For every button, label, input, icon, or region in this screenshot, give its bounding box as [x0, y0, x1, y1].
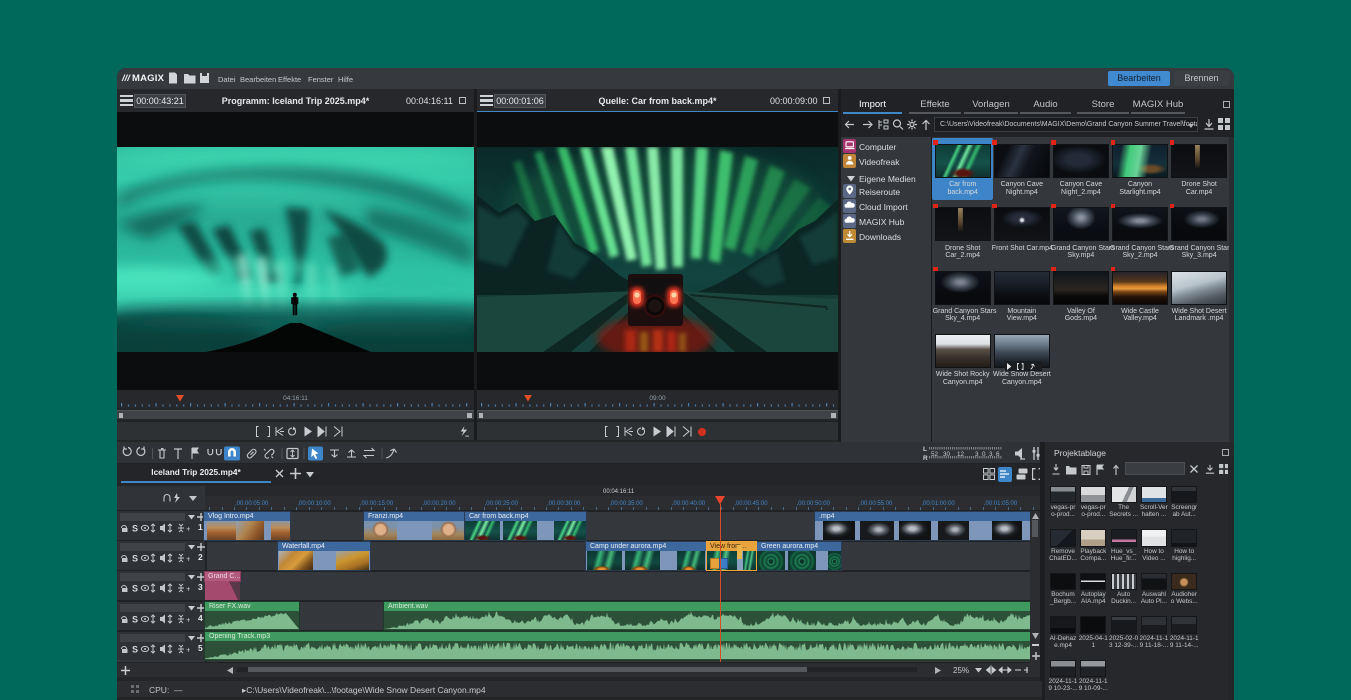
svg-text:+: + [186, 615, 190, 623]
svg-text:S: S [132, 554, 138, 563]
svg-text:S: S [132, 524, 138, 533]
svg-text:S: S [132, 614, 138, 623]
svg-text:+: + [186, 555, 190, 563]
svg-text:+: + [186, 645, 190, 653]
svg-text:+: + [186, 585, 190, 593]
svg-text:S: S [132, 584, 138, 593]
svg-text:S: S [132, 644, 138, 653]
svg-text:+: + [186, 525, 190, 533]
